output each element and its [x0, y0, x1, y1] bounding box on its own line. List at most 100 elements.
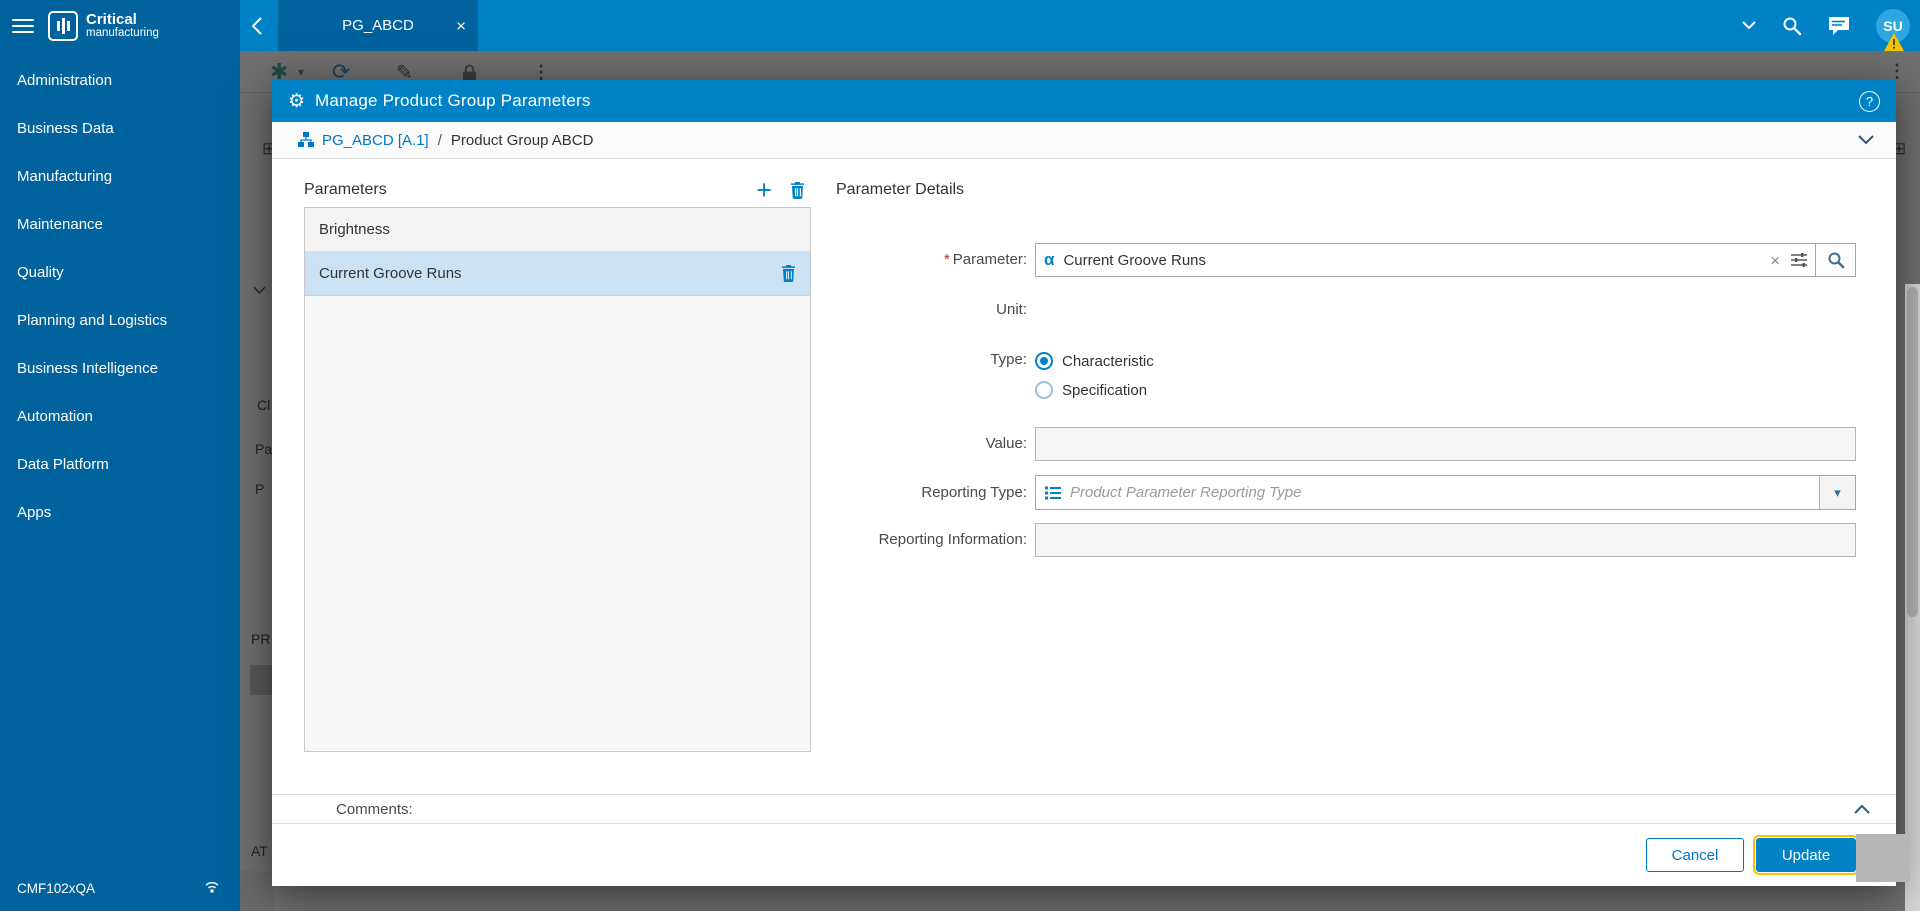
warning-icon	[1884, 33, 1904, 56]
sidebar-item-automation[interactable]: Automation	[0, 393, 240, 441]
parameters-actions: +	[756, 177, 811, 204]
reporting-type-row: Reporting Type: Product Parameter Report…	[836, 475, 1856, 510]
modal-body: Parameters + Brightness Current Groove R…	[272, 159, 1896, 794]
list-item-current-groove-runs[interactable]: Current Groove Runs	[305, 252, 810, 296]
list-item-brightness[interactable]: Brightness	[305, 208, 810, 252]
radio-characteristic[interactable]: Characteristic	[1035, 352, 1856, 370]
add-parameter-icon[interactable]: +	[756, 177, 772, 204]
parameter-value: Current Groove Runs	[1063, 251, 1207, 269]
app-logo: Critical manufacturing	[86, 12, 159, 39]
reporting-type-dropdown[interactable]: Product Parameter Reporting Type ▾	[1035, 475, 1856, 510]
modal-manage-product-group-parameters: ⚙ Manage Product Group Parameters ? PG_A…	[272, 80, 1910, 886]
picklist-icon[interactable]	[1791, 253, 1807, 267]
unit-label: Unit:	[996, 301, 1027, 318]
parameter-search-button[interactable]	[1815, 244, 1855, 276]
value-row: Value:	[836, 427, 1856, 461]
reporting-information-input[interactable]	[1035, 523, 1856, 557]
parameters-panel-header: Parameters +	[304, 173, 811, 207]
environment-label: CMF102xQA	[17, 880, 96, 896]
menu-icon[interactable]	[12, 18, 34, 33]
brand-name: Critical	[86, 11, 137, 28]
reporting-information-label: Reporting Information:	[878, 531, 1027, 548]
type-radio-group: Characteristic Specification	[1035, 351, 1856, 399]
type-label: Type:	[990, 351, 1027, 368]
delete-parameter-icon[interactable]	[790, 181, 805, 199]
cancel-button[interactable]: Cancel	[1646, 838, 1744, 872]
parameters-list: Brightness Current Groove Runs	[304, 207, 811, 752]
sidebar-item-maintenance[interactable]: Maintenance	[0, 201, 240, 249]
parameters-title: Parameters	[304, 181, 387, 198]
sidebar-item-quality[interactable]: Quality	[0, 249, 240, 297]
unit-value	[1035, 301, 1856, 318]
reporting-type-label: Reporting Type:	[921, 484, 1027, 501]
scrollbar[interactable]	[1905, 284, 1920, 911]
parameter-row: * Parameter: α Current Groove Runs ×	[836, 243, 1856, 277]
collapse-chevron-icon[interactable]	[1858, 135, 1874, 145]
value-label: Value:	[985, 435, 1027, 452]
parameters-panel: Parameters + Brightness Current Groove R…	[304, 173, 811, 752]
value-input[interactable]	[1035, 427, 1856, 461]
connection-icon	[204, 880, 220, 897]
sidebar-header: Critical manufacturing	[0, 0, 240, 51]
reporting-type-dropdown-button[interactable]: ▾	[1819, 476, 1855, 509]
help-icon[interactable]: ?	[1859, 90, 1880, 112]
logo-icon	[48, 10, 78, 41]
unit-row: Unit:	[836, 301, 1856, 318]
sidebar-item-manufacturing[interactable]: Manufacturing	[0, 153, 240, 201]
sidebar-item-planning-and-logistics[interactable]: Planning and Logistics	[0, 297, 240, 345]
modal-title: Manage Product Group Parameters	[315, 91, 591, 110]
radio-icon	[1035, 352, 1053, 370]
sidebar-footer: CMF102xQA	[0, 865, 240, 911]
back-button[interactable]	[240, 0, 274, 51]
sidebar-item-business-data[interactable]: Business Data	[0, 105, 240, 153]
topbar: PG_ABCD × SU	[240, 0, 1920, 51]
chat-icon[interactable]	[1828, 16, 1850, 36]
comments-section: Comments:	[272, 794, 1896, 824]
sidebar-item-business-intelligence[interactable]: Business Intelligence	[0, 345, 240, 393]
update-button[interactable]: Update	[1753, 835, 1859, 875]
reporting-type-list-icon	[1045, 486, 1061, 500]
radio-icon	[1035, 381, 1053, 399]
tab-pg-abcd[interactable]: PG_ABCD ×	[278, 0, 478, 51]
required-marker: *	[943, 251, 950, 268]
breadcrumb-current: Product Group ABCD	[450, 131, 594, 149]
sidebar-item-administration[interactable]: Administration	[0, 57, 240, 105]
scrollbar-thumb[interactable]	[1907, 287, 1918, 617]
sidebar-item-apps[interactable]: Apps	[0, 489, 240, 537]
parameter-field: α Current Groove Runs ×	[1035, 243, 1856, 277]
parameter-label: * Parameter:	[943, 251, 1027, 268]
clear-icon[interactable]: ×	[1770, 252, 1780, 269]
tab-label: PG_ABCD	[342, 17, 414, 34]
tab-close-icon[interactable]: ×	[456, 17, 466, 34]
radio-specification[interactable]: Specification	[1035, 381, 1856, 399]
sidebar-item-data-platform[interactable]: Data Platform	[0, 441, 240, 489]
product-group-icon	[298, 132, 314, 148]
comments-collapse-icon[interactable]	[1854, 804, 1870, 814]
magnifier-icon	[1828, 252, 1844, 269]
parameter-details-panel: Parameter Details * Parameter: α Current …	[836, 159, 1856, 794]
modal-footer: Cancel Update	[272, 824, 1910, 886]
row-delete-icon[interactable]	[781, 265, 796, 282]
brand-subname: manufacturing	[86, 27, 159, 39]
modal-header: ⚙ Manage Product Group Parameters ?	[272, 80, 1896, 122]
breadcrumb-separator: /	[437, 131, 442, 149]
comments-label: Comments:	[336, 800, 413, 818]
views-dropdown-chevron-icon[interactable]	[1742, 21, 1756, 30]
parameter-combobox: α Current Groove Runs ×	[1035, 243, 1856, 277]
type-row: Type: Characteristic Specification	[836, 351, 1856, 399]
blur-patch	[1856, 834, 1910, 882]
manage-wizard-icon: ⚙	[288, 90, 306, 112]
sidebar-nav: Administration Business Data Manufacturi…	[0, 57, 240, 537]
reporting-information-row: Reporting Information:	[836, 523, 1856, 557]
breadcrumb-link[interactable]: PG_ABCD [A.1]	[322, 132, 429, 149]
parameter-input[interactable]: α Current Groove Runs ×	[1036, 244, 1815, 276]
parameter-alpha-icon: α	[1044, 250, 1055, 269]
sidebar: Critical manufacturing Administration Bu…	[0, 0, 240, 911]
list-item-label: Brightness	[319, 221, 390, 238]
list-item-label: Current Groove Runs	[319, 265, 462, 282]
breadcrumb: PG_ABCD [A.1] / Product Group ABCD	[272, 122, 1896, 159]
parameter-details-title: Parameter Details	[836, 181, 965, 198]
radio-label: Specification	[1062, 381, 1148, 399]
search-icon[interactable]	[1782, 16, 1802, 36]
radio-label: Characteristic	[1062, 352, 1154, 370]
